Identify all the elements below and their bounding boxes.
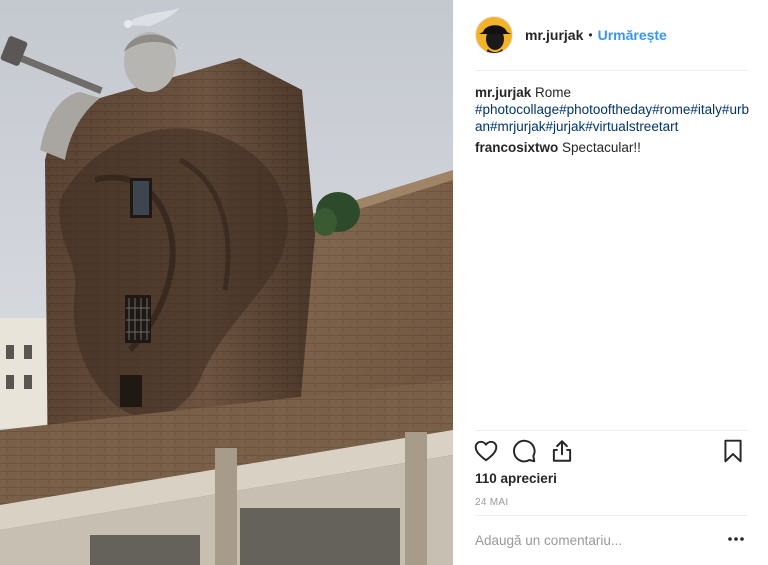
photo-collage-image [0, 0, 453, 565]
caption-text: Rome [535, 85, 572, 100]
heart-icon [474, 440, 498, 462]
likes-count[interactable]: 110 aprecieri [475, 471, 557, 486]
like-button[interactable] [473, 438, 501, 466]
comment-divider [475, 515, 748, 516]
share-button[interactable] [549, 438, 577, 466]
post-photo[interactable] [0, 0, 453, 565]
post-side-panel: mr.jurjak • Urmărește mr.jurjak Rome #ph… [453, 0, 768, 565]
comment-button[interactable] [511, 438, 539, 466]
action-bar [473, 438, 748, 466]
post-header: mr.jurjak • Urmărește [453, 0, 768, 70]
comment-text: Spectacular!! [562, 140, 641, 155]
add-comment-input[interactable] [475, 529, 695, 551]
post-date[interactable]: 24 MAI [475, 497, 508, 508]
separator-dot: • [588, 28, 593, 42]
comment-item: francosixtwo Spectacular!! [475, 139, 754, 156]
comments-section: mr.jurjak Rome #photocollage#photoofthed… [475, 84, 754, 156]
header-divider [475, 70, 748, 71]
share-icon [552, 440, 572, 462]
caption-hashtags[interactable]: #photocollage#photooftheday#rome#italy#u… [475, 102, 749, 134]
comment-icon [513, 439, 536, 463]
save-button[interactable] [720, 438, 748, 466]
avatar[interactable] [475, 16, 513, 54]
avatar-portrait-icon [479, 25, 511, 53]
more-options-button[interactable] [726, 531, 746, 547]
comment-username[interactable]: francosixtwo [475, 140, 558, 155]
bookmark-icon [724, 439, 742, 463]
caption: mr.jurjak Rome #photocollage#photoofthed… [475, 84, 754, 135]
actions-divider [475, 430, 748, 431]
more-options-icon [728, 537, 744, 541]
caption-username[interactable]: mr.jurjak [475, 85, 531, 100]
username-link[interactable]: mr.jurjak [525, 27, 583, 43]
follow-button[interactable]: Urmărește [598, 27, 667, 43]
